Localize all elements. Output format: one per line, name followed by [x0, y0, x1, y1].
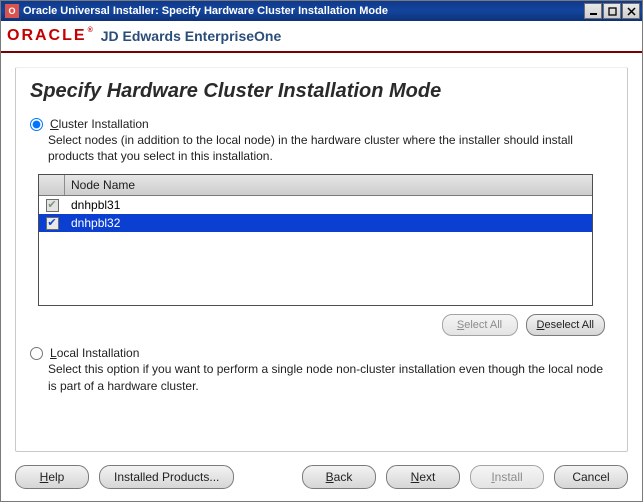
maximize-button[interactable] [603, 3, 621, 19]
table-row[interactable]: ✔ dnhpbl31 [39, 196, 592, 214]
app-icon: O [5, 4, 19, 18]
close-button[interactable] [622, 3, 640, 19]
node-table-body: ✔ dnhpbl31 ✔ dnhpbl32 [39, 196, 592, 305]
deselect-all-button[interactable]: Deselect All [526, 314, 605, 336]
table-row[interactable]: ✔ dnhpbl32 [39, 214, 592, 232]
node-table: Node Name ✔ dnhpbl31 ✔ dnhpbl32 [38, 174, 593, 306]
header-checkbox-column [39, 175, 65, 195]
oracle-logo: ORACLE® [7, 27, 93, 45]
help-button[interactable]: Help [15, 465, 89, 489]
brand-bar: ORACLE® JD Edwards EnterpriseOne [1, 21, 642, 53]
title-bar: O Oracle Universal Installer: Specify Ha… [1, 1, 642, 21]
cancel-button[interactable]: Cancel [554, 465, 628, 489]
installed-products-button[interactable]: Installed Products... [99, 465, 234, 489]
page-title: Specify Hardware Cluster Installation Mo… [30, 80, 613, 103]
window-title: Oracle Universal Installer: Specify Hard… [23, 5, 584, 17]
local-install-radio[interactable] [30, 347, 43, 360]
cluster-install-radio[interactable] [30, 118, 43, 131]
content-panel: Specify Hardware Cluster Installation Mo… [15, 67, 628, 452]
cluster-install-label: Cluster Installation [50, 117, 149, 131]
header-node-name: Node Name [65, 175, 592, 195]
next-button[interactable]: Next [386, 465, 460, 489]
node-checkbox-locked: ✔ [46, 199, 59, 212]
local-install-description: Select this option if you want to perfor… [48, 361, 613, 393]
cluster-install-description: Select nodes (in addition to the local n… [48, 132, 613, 164]
product-name: JD Edwards EnterpriseOne [101, 28, 282, 44]
minimize-button[interactable] [584, 3, 602, 19]
selection-buttons: Select All Deselect All [30, 314, 605, 336]
install-button: Install [470, 465, 544, 489]
content-area: Specify Hardware Cluster Installation Mo… [1, 53, 642, 459]
node-table-header: Node Name [39, 175, 592, 196]
cluster-install-option[interactable]: Cluster Installation [30, 117, 613, 131]
select-all-button: Select All [442, 314, 518, 336]
local-install-option[interactable]: Local Installation [30, 346, 613, 360]
installer-window: O Oracle Universal Installer: Specify Ha… [0, 0, 643, 502]
node-name: dnhpbl31 [65, 198, 592, 212]
footer-buttons: Help Installed Products... Back Next Ins… [1, 459, 642, 501]
node-checkbox-cell[interactable]: ✔ [39, 217, 65, 230]
node-checkbox[interactable]: ✔ [46, 217, 59, 230]
node-checkbox-cell: ✔ [39, 199, 65, 212]
back-button[interactable]: Back [302, 465, 376, 489]
local-install-label: Local Installation [50, 346, 139, 360]
window-controls [584, 3, 640, 19]
node-name: dnhpbl32 [65, 216, 592, 230]
